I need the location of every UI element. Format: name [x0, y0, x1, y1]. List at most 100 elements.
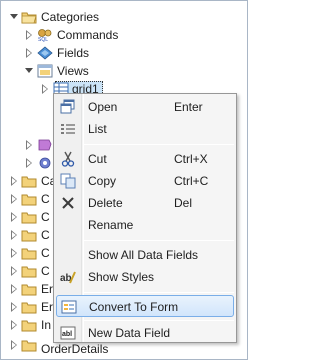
tree-label: Fields	[57, 46, 90, 60]
svg-text:abl: abl	[62, 331, 72, 338]
menu-item-show-all-data-fields[interactable]: Show All Data Fields	[56, 244, 234, 266]
menu-item-new-data-field[interactable]: abl New Data Field	[56, 322, 234, 344]
menu-item-label: Show All Data Fields	[88, 248, 199, 262]
menu-item-label: Delete	[88, 196, 123, 210]
menu-item-delete[interactable]: Delete Del	[56, 192, 234, 214]
menu-item-label: List	[88, 122, 107, 136]
menu-separator	[84, 240, 234, 241]
tree-node-controller[interactable]: C	[1, 244, 53, 262]
tree-label: Views	[57, 64, 89, 78]
menu-item-label: New Data Field	[88, 326, 171, 340]
expand-arrow-icon[interactable]	[11, 212, 17, 222]
menu-item-label: Convert To Form	[89, 300, 179, 314]
menu-item-copy[interactable]: Copy Ctrl+C	[56, 170, 234, 192]
folder-icon	[21, 302, 37, 314]
folder-icon	[21, 266, 37, 278]
expand-arrow-icon[interactable]	[11, 230, 17, 240]
tree-label: Commands	[57, 28, 119, 42]
expand-arrow-icon[interactable]	[11, 302, 17, 312]
tree-node-categories[interactable]: Categories	[1, 8, 241, 26]
expand-arrow-icon[interactable]	[26, 48, 32, 58]
folder-icon	[21, 284, 37, 296]
tree-panel: Categories SQL Commands Fields Views gri…	[0, 0, 248, 360]
expand-arrow-icon[interactable]	[11, 176, 17, 186]
tree-node-controller[interactable]: Er	[1, 298, 53, 316]
folder-icon	[21, 230, 37, 242]
delete-x-icon	[62, 197, 74, 209]
tree-label: C	[41, 246, 50, 260]
menu-item-convert-to-form[interactable]: Convert To Form	[56, 295, 234, 317]
folder-icon	[21, 320, 37, 332]
expand-arrow-icon[interactable]	[11, 284, 17, 294]
menu-item-label: Show Styles	[88, 270, 155, 284]
list-icon	[61, 124, 75, 134]
tree-node-fields[interactable]: Fields	[1, 44, 241, 62]
tree-node-controller[interactable]: Er	[1, 280, 53, 298]
styles-icon: ab	[60, 271, 76, 284]
menu-separator	[84, 292, 234, 293]
tree-label: C	[41, 228, 50, 242]
tree-node-controller[interactable]: C	[1, 208, 53, 226]
menu-item-label: Open	[88, 100, 118, 114]
tree-label: C	[41, 210, 50, 224]
folder-icon	[21, 212, 37, 224]
expand-arrow-icon[interactable]	[42, 84, 48, 94]
menu-item-label: Cut	[88, 152, 107, 166]
sql-command-icon: SQL	[38, 29, 52, 42]
tree-node-views[interactable]: Views	[1, 62, 241, 80]
menu-item-rename[interactable]: Rename	[56, 214, 234, 236]
tree-node-hidden[interactable]	[1, 136, 53, 154]
views-icon	[37, 64, 53, 78]
expand-arrow-icon[interactable]	[26, 158, 32, 168]
copy-icon	[60, 173, 76, 189]
business-rules-icon	[38, 139, 52, 151]
tree-label: C	[41, 192, 50, 206]
expand-arrow-icon[interactable]	[26, 140, 32, 150]
expand-arrow-icon[interactable]	[11, 266, 17, 276]
folder-icon	[21, 194, 37, 206]
gear-icon	[39, 157, 51, 169]
tree-label: In	[41, 318, 52, 332]
fields-icon	[37, 46, 53, 60]
folder-icon	[21, 340, 37, 352]
menu-item-list[interactable]: List	[56, 118, 234, 140]
menu-separator	[84, 144, 234, 145]
folder-icon	[21, 248, 37, 260]
form-icon	[61, 300, 77, 314]
expand-arrow-icon[interactable]	[26, 30, 32, 40]
tree-node-controller[interactable]: C	[1, 226, 53, 244]
expand-arrow-icon[interactable]	[11, 248, 17, 258]
menu-item-show-styles[interactable]: ab Show Styles	[56, 266, 234, 288]
scissors-icon	[61, 151, 75, 167]
tree-node-controller[interactable]: In	[1, 316, 53, 334]
menu-item-open[interactable]: Open Enter	[56, 96, 234, 118]
data-field-icon: abl	[60, 326, 76, 340]
expand-arrow-icon[interactable]	[10, 14, 18, 19]
context-menu: Open Enter List Cut Ctrl+X Copy Ctrl+C D…	[53, 93, 237, 343]
expand-arrow-icon[interactable]	[25, 68, 33, 73]
folder-icon	[21, 176, 37, 188]
expand-arrow-icon[interactable]	[11, 340, 17, 350]
expand-arrow-icon[interactable]	[11, 194, 17, 204]
tree-node-controller[interactable]: C	[1, 190, 53, 208]
menu-item-shortcut: Ctrl+C	[174, 174, 209, 188]
svg-text:SQL: SQL	[38, 37, 48, 42]
tree-label: Categories	[41, 10, 100, 24]
menu-item-shortcut: Enter	[174, 100, 203, 114]
tree-label: Er	[41, 300, 53, 314]
menu-item-shortcut: Del	[174, 196, 193, 210]
tree-node-hidden[interactable]	[1, 154, 53, 172]
menu-separator	[84, 320, 234, 321]
folder-open-icon	[21, 12, 37, 24]
menu-item-shortcut: Ctrl+X	[174, 152, 208, 166]
menu-item-label: Rename	[88, 218, 134, 232]
menu-item-label: Copy	[88, 174, 117, 188]
menu-item-cut[interactable]: Cut Ctrl+X	[56, 148, 234, 170]
expand-arrow-icon[interactable]	[11, 320, 17, 330]
tree-node-controller[interactable]: C	[1, 262, 53, 280]
tree-label: C	[41, 264, 50, 278]
open-window-icon	[60, 99, 75, 114]
tree-node-commands[interactable]: SQL Commands	[1, 26, 241, 44]
tree-label: Er	[41, 282, 53, 296]
tree-node-controller[interactable]: Ca	[1, 172, 56, 190]
